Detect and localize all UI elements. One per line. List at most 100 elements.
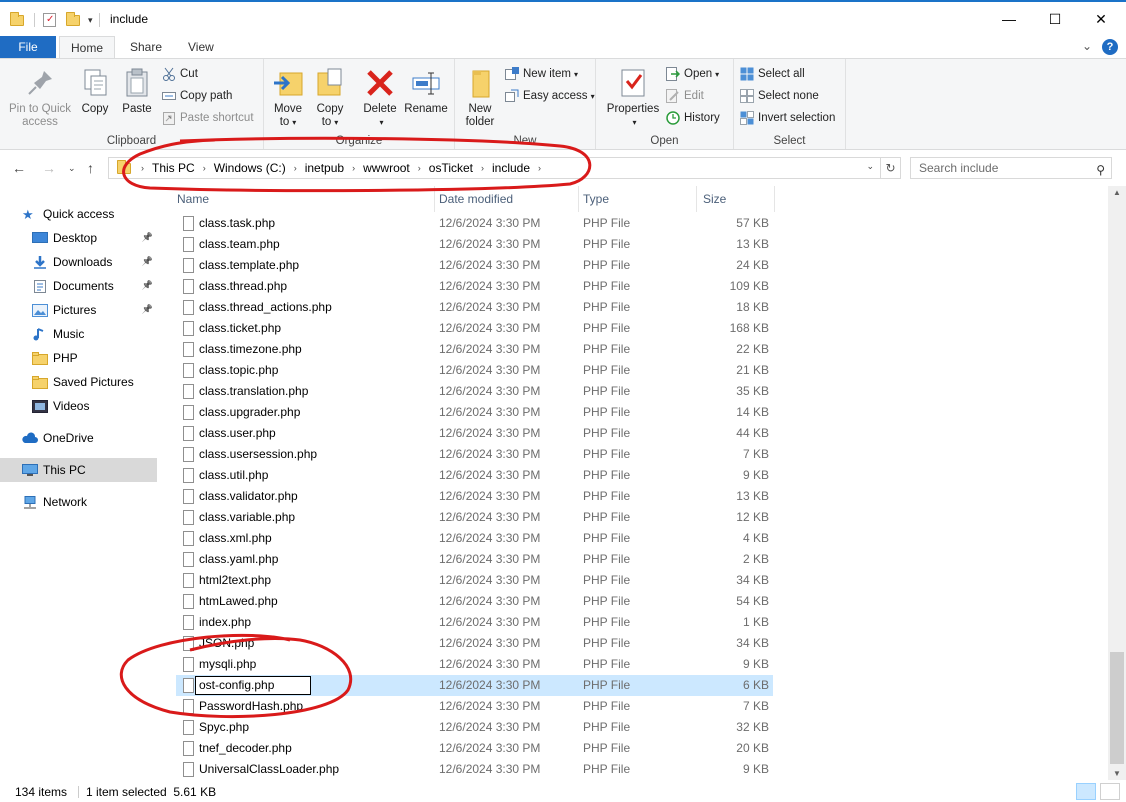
- file-row[interactable]: class.thread.php 12/6/2024 3:30 PM PHP Fil…: [176, 276, 773, 297]
- invert-selection-button[interactable]: Invert selection: [740, 108, 835, 128]
- delete-button[interactable]: Delete ▾: [360, 67, 400, 129]
- chevron-right-icon[interactable]: ›: [348, 163, 359, 173]
- column-name[interactable]: Name: [177, 192, 209, 206]
- file-row[interactable]: class.thread_actions.php 12/6/2024 3:30 P…: [176, 297, 773, 318]
- column-divider[interactable]: [774, 186, 775, 212]
- column-type[interactable]: Type: [583, 192, 609, 206]
- file-row[interactable]: class.task.php 12/6/2024 3:30 PM PHP File 5…: [176, 213, 773, 234]
- copy-to-button[interactable]: Copy to ▾: [312, 67, 348, 129]
- file-row[interactable]: Spyc.php 12/6/2024 3:30 PM PHP File 32 KB: [176, 717, 773, 738]
- file-row[interactable]: class.ticket.php 12/6/2024 3:30 PM PHP Fil…: [176, 318, 773, 339]
- nav-item-downloads[interactable]: Downloads 📌: [32, 250, 157, 274]
- pin-to-quick-access-button[interactable]: Pin to Quick access: [4, 67, 76, 129]
- file-row[interactable]: class.timezone.php 12/6/2024 3:30 PM PHP F…: [176, 339, 773, 360]
- chevron-right-icon[interactable]: ›: [199, 163, 210, 173]
- breadcrumb-include[interactable]: include: [488, 161, 534, 175]
- file-row[interactable]: class.util.php 12/6/2024 3:30 PM PHP File 9…: [176, 465, 773, 486]
- file-row[interactable]: htmLawed.php 12/6/2024 3:30 PM PHP File 54 …: [176, 591, 773, 612]
- nav-item-music[interactable]: Music: [32, 322, 157, 346]
- address-dropdown-icon[interactable]: ⌄: [866, 161, 874, 172]
- breadcrumb-inetpub[interactable]: inetpub: [301, 161, 348, 175]
- large-icons-view-icon[interactable]: [1100, 783, 1120, 800]
- file-row[interactable]: JSON.php 12/6/2024 3:30 PM PHP File 34 KB: [176, 633, 773, 654]
- minimize-button[interactable]: —: [986, 4, 1032, 34]
- select-none-button[interactable]: Select none: [740, 86, 819, 106]
- tab-share[interactable]: Share: [118, 36, 174, 58]
- file-row[interactable]: class.translation.php 12/6/2024 3:30 PM PH…: [176, 381, 773, 402]
- column-size[interactable]: Size: [703, 192, 726, 206]
- tab-home[interactable]: Home: [59, 36, 115, 58]
- nav-item-pictures[interactable]: Pictures 📌: [32, 298, 157, 322]
- paste-shortcut-button[interactable]: Paste shortcut: [162, 108, 254, 128]
- nav-item-documents[interactable]: Documents 📌: [32, 274, 157, 298]
- file-row[interactable]: class.template.php 12/6/2024 3:30 PM PHP F…: [176, 255, 773, 276]
- nav-item-saved-pictures[interactable]: Saved Pictures: [32, 370, 157, 394]
- tab-view[interactable]: View: [176, 36, 226, 58]
- chevron-right-icon[interactable]: ›: [477, 163, 488, 173]
- file-row[interactable]: class.validator.php 12/6/2024 3:30 PM PHP …: [176, 486, 773, 507]
- file-row[interactable]: UniversalClassLoader.php 12/6/2024 3:30 P…: [176, 759, 773, 780]
- customize-toolbar-icon[interactable]: ▾: [88, 15, 93, 26]
- back-button[interactable]: ←: [12, 160, 26, 176]
- new-item-button[interactable]: New item ▾: [505, 64, 578, 84]
- up-button[interactable]: ↑: [87, 160, 94, 176]
- breadcrumb-osticket[interactable]: osTicket: [425, 161, 477, 175]
- nav-onedrive[interactable]: OneDrive: [22, 426, 157, 450]
- copy-button[interactable]: Copy: [78, 67, 112, 116]
- move-to-button[interactable]: Move to ▾: [270, 67, 306, 129]
- select-all-button[interactable]: Select all: [740, 64, 805, 84]
- refresh-button[interactable]: ↻: [881, 157, 901, 179]
- nav-item-videos[interactable]: Videos: [32, 394, 157, 418]
- maximize-button[interactable]: ☐: [1032, 4, 1078, 34]
- chevron-right-icon[interactable]: ›: [534, 163, 545, 173]
- rename-input[interactable]: ost-config.php: [195, 676, 311, 695]
- column-divider[interactable]: [578, 186, 579, 212]
- scroll-down-icon[interactable]: ▼: [1108, 769, 1126, 778]
- chevron-right-icon[interactable]: ›: [414, 163, 425, 173]
- pin-icon[interactable]: 📌: [142, 256, 153, 267]
- breadcrumb-wwwroot[interactable]: wwwroot: [359, 161, 414, 175]
- paste-button[interactable]: Paste: [118, 67, 156, 116]
- file-row[interactable]: class.yaml.php 12/6/2024 3:30 PM PHP File 2…: [176, 549, 773, 570]
- help-icon[interactable]: ?: [1102, 39, 1118, 55]
- file-row[interactable]: class.topic.php 12/6/2024 3:30 PM PHP File…: [176, 360, 773, 381]
- cut-button[interactable]: Cut: [162, 64, 198, 84]
- file-row[interactable]: mysqli.php 12/6/2024 3:30 PM PHP File 9 KB: [176, 654, 773, 675]
- collapse-ribbon-icon[interactable]: ⌄: [1082, 39, 1092, 53]
- pin-icon[interactable]: 📌: [142, 280, 153, 291]
- file-row[interactable]: html2text.php 12/6/2024 3:30 PM PHP File 34…: [176, 570, 773, 591]
- pin-icon[interactable]: 📌: [142, 232, 153, 243]
- file-row[interactable]: index.php 12/6/2024 3:30 PM PHP File 1 KB: [176, 612, 773, 633]
- file-row[interactable]: class.upgrader.php 12/6/2024 3:30 PM PHP F…: [176, 402, 773, 423]
- edit-button[interactable]: Edit: [666, 86, 704, 106]
- scroll-up-icon[interactable]: ▲: [1108, 188, 1126, 197]
- scrollbar-thumb[interactable]: [1110, 652, 1124, 764]
- column-divider[interactable]: [434, 186, 435, 212]
- recent-locations-button[interactable]: ⌄: [68, 163, 76, 174]
- file-row[interactable]: class.team.php 12/6/2024 3:30 PM PHP File 1…: [176, 234, 773, 255]
- column-divider[interactable]: [696, 186, 697, 212]
- rename-button[interactable]: Rename: [404, 67, 448, 116]
- file-row[interactable]: class.user.php 12/6/2024 3:30 PM PHP File 4…: [176, 423, 773, 444]
- history-button[interactable]: History: [666, 108, 720, 128]
- file-row[interactable]: class.usersession.php 12/6/2024 3:30 PM PH…: [176, 444, 773, 465]
- breadcrumb-this-pc[interactable]: This PC: [148, 161, 199, 175]
- file-row[interactable]: tnef_decoder.php 12/6/2024 3:30 PM PHP Fil…: [176, 738, 773, 759]
- search-input[interactable]: Search include ⚲: [910, 157, 1112, 179]
- tab-file[interactable]: File: [0, 36, 56, 58]
- nav-item-php[interactable]: PHP: [32, 346, 157, 370]
- details-view-icon[interactable]: [1076, 783, 1096, 800]
- forward-button[interactable]: →: [42, 160, 56, 176]
- nav-item-desktop[interactable]: Desktop 📌: [32, 226, 157, 250]
- chevron-right-icon[interactable]: ›: [290, 163, 301, 173]
- close-button[interactable]: ✕: [1078, 4, 1124, 34]
- pin-icon[interactable]: 📌: [142, 304, 153, 315]
- nav-this-pc[interactable]: This PC: [0, 458, 157, 482]
- file-row[interactable]: class.xml.php 12/6/2024 3:30 PM PHP File 4 …: [176, 528, 773, 549]
- properties-button[interactable]: Properties ▾: [602, 67, 664, 129]
- vertical-scrollbar[interactable]: ▲ ▼: [1108, 186, 1126, 780]
- folder-icon[interactable]: [10, 11, 24, 26]
- file-row[interactable]: PasswordHash.php 12/6/2024 3:30 PM PHP Fil…: [176, 696, 773, 717]
- open-button[interactable]: Open ▾: [666, 64, 719, 84]
- new-folder-button[interactable]: New folder: [461, 67, 499, 129]
